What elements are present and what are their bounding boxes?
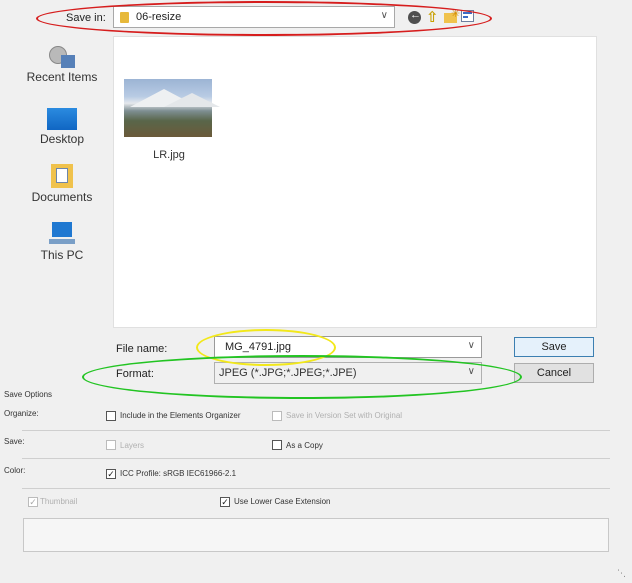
- divider: [22, 488, 610, 489]
- place-recent-items[interactable]: Recent Items: [22, 46, 102, 84]
- layers-checkbox: [106, 440, 116, 450]
- recent-items-icon: [49, 46, 75, 68]
- divider: [22, 458, 610, 459]
- place-label: This PC: [40, 248, 84, 262]
- place-this-pc[interactable]: This PC: [22, 222, 102, 262]
- lowercase-extension-checkbox[interactable]: ✓: [220, 497, 230, 507]
- computer-icon: [49, 222, 75, 246]
- icc-profile-checkbox[interactable]: ✓: [106, 469, 116, 479]
- documents-icon: [51, 164, 73, 188]
- cancel-button[interactable]: Cancel: [514, 363, 594, 383]
- resize-grip-icon[interactable]: ⋱: [617, 568, 626, 579]
- as-copy-checkbox[interactable]: [272, 440, 282, 450]
- file-list[interactable]: LR.jpg: [113, 36, 597, 328]
- place-label: Documents: [31, 190, 93, 204]
- version-set-checkbox: [272, 411, 282, 421]
- organize-label: Organize:: [4, 409, 39, 418]
- save-options-title: Save Options: [4, 390, 53, 399]
- annotation-red-ellipse: [36, 1, 492, 36]
- file-name-label[interactable]: LR.jpg: [134, 149, 204, 161]
- lowercase-extension-label: Use Lower Case Extension: [234, 497, 331, 506]
- thumbnail-checkbox: ✓: [28, 497, 38, 507]
- include-organizer-checkbox[interactable]: [106, 411, 116, 421]
- layers-label: Layers: [120, 441, 145, 450]
- annotation-green-ellipse: [82, 355, 522, 399]
- version-set-label: Save in Version Set with Original: [286, 411, 403, 420]
- save-label: Save:: [4, 437, 25, 446]
- place-label: Desktop: [39, 132, 85, 146]
- place-documents[interactable]: Documents: [22, 164, 102, 204]
- place-label: Recent Items: [26, 70, 98, 84]
- as-copy-label: As a Copy: [286, 441, 323, 450]
- divider: [22, 430, 610, 431]
- chevron-down-icon[interactable]: ∨: [468, 340, 475, 351]
- message-area: [23, 518, 609, 552]
- icc-profile-label: ICC Profile: sRGB IEC61966-2.1: [120, 469, 237, 478]
- file-thumbnail[interactable]: [124, 79, 220, 137]
- color-label: Color:: [4, 466, 26, 475]
- save-button[interactable]: Save: [514, 337, 594, 357]
- file-name-field-label: File name:: [116, 343, 168, 355]
- desktop-icon: [47, 108, 77, 130]
- include-organizer-label: Include in the Elements Organizer: [120, 411, 241, 420]
- place-desktop[interactable]: Desktop: [22, 108, 102, 146]
- thumbnail-label: Thumbnail: [40, 497, 78, 506]
